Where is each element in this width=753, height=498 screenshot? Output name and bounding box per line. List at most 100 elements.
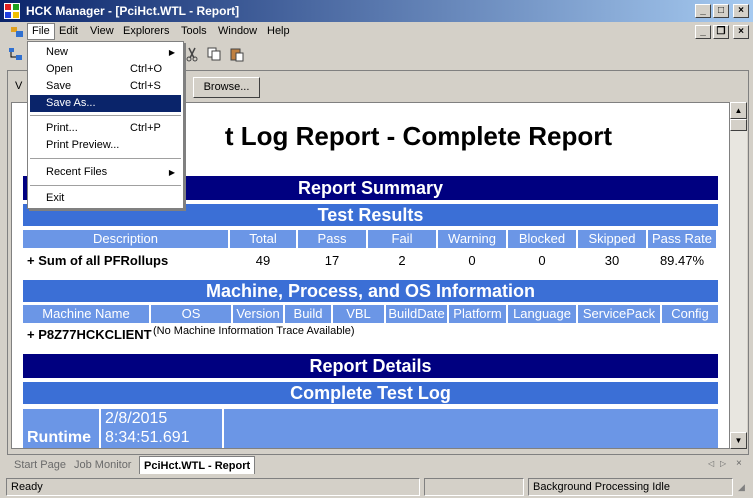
menu-item-label: New <box>46 46 69 58</box>
tab-job-monitor[interactable]: Job Monitor <box>70 456 135 474</box>
runtime-empty-cell <box>224 409 718 448</box>
menu-item-open[interactable]: Open Ctrl+O <box>30 61 181 78</box>
mdi-restore-button[interactable]: ❐ <box>713 25 729 39</box>
col-fail[interactable]: Fail <box>368 230 436 248</box>
menu-item-shortcut: Ctrl+O <box>130 63 163 75</box>
status-bar: Ready Background Processing Idle ◢ <box>0 476 753 498</box>
machine-info-heading: Machine, Process, and OS Information <box>23 280 718 302</box>
col-config[interactable]: Config <box>662 305 718 323</box>
col-machine-name[interactable]: Machine Name <box>23 305 149 323</box>
mdi-doc-icon[interactable] <box>10 25 24 39</box>
tree-icon[interactable] <box>8 46 24 62</box>
menu-item-label: Recent Files <box>46 166 108 178</box>
title-bar: HCK Manager - [PciHct.WTL - Report] _ □ … <box>0 0 753 22</box>
menu-item-label: Exit <box>46 192 65 204</box>
report-details-heading: Report Details <box>23 354 718 378</box>
results-header-row: Description Total Pass Fail Warning Bloc… <box>23 230 718 248</box>
col-skipped[interactable]: Skipped <box>578 230 646 248</box>
copy-icon[interactable] <box>206 46 222 62</box>
browse-button[interactable]: Browse... <box>193 77 260 98</box>
scroll-thumb[interactable] <box>730 119 747 131</box>
tab-scroll-left-icon[interactable]: ◁ <box>708 459 714 468</box>
resize-grip-icon[interactable]: ◢ <box>738 482 745 493</box>
pass-rate-value: 89.47% <box>659 253 705 268</box>
tab-report[interactable]: PciHct.WTL - Report <box>139 456 256 474</box>
complete-test-log-heading: Complete Test Log <box>23 382 718 404</box>
col-os[interactable]: OS <box>151 305 231 323</box>
menu-edit[interactable]: Edit <box>59 25 78 37</box>
tab-scroll-right-icon[interactable]: ▷ <box>720 459 726 468</box>
menu-tools[interactable]: Tools <box>181 25 207 37</box>
menu-item-print-preview[interactable]: Print Preview... <box>30 137 181 154</box>
table-row: + Sum of all PFRollups 49 17 2 0 0 30 89… <box>23 250 718 272</box>
menu-item-label: Print... <box>46 122 78 134</box>
blocked-value: 0 <box>538 253 546 268</box>
menu-item-label: Print Preview... <box>46 139 120 151</box>
scroll-up-button[interactable]: ▲ <box>730 102 747 119</box>
menu-item-save[interactable]: Save Ctrl+S <box>30 78 181 95</box>
runtime-label-cell: Runtime <box>23 409 99 448</box>
tab-start-page[interactable]: Start Page <box>10 456 70 474</box>
col-vbl[interactable]: VBL <box>333 305 384 323</box>
menu-separator <box>30 158 181 159</box>
col-platform[interactable]: Platform <box>449 305 506 323</box>
menu-explorers[interactable]: Explorers <box>123 25 169 37</box>
menu-bar: File Edit View Explorers Tools Window He… <box>0 22 753 42</box>
menu-view[interactable]: View <box>90 25 114 37</box>
fail-value: 2 <box>398 253 406 268</box>
mdi-minimize-button[interactable]: _ <box>695 25 711 39</box>
runtime-time: 8:34:51.691 <box>105 429 190 446</box>
col-total[interactable]: Total <box>230 230 296 248</box>
col-build[interactable]: Build <box>285 305 331 323</box>
status-panel-empty <box>424 478 524 496</box>
menu-item-save-as[interactable]: Save As... <box>30 95 181 112</box>
machine-header-row: Machine Name OS Version Build VBL BuildD… <box>23 305 718 323</box>
runtime-label: Runtime <box>27 429 91 446</box>
background-status: Background Processing Idle <box>528 478 733 496</box>
submenu-arrow-icon: ▶ <box>168 48 175 57</box>
pass-value: 17 <box>324 253 340 268</box>
paste-icon[interactable] <box>229 46 245 62</box>
close-button[interactable]: × <box>733 4 749 18</box>
menu-item-label: Open <box>46 63 73 75</box>
col-blocked[interactable]: Blocked <box>508 230 576 248</box>
menu-item-shortcut: Ctrl+P <box>130 122 161 134</box>
col-version[interactable]: Version <box>233 305 283 323</box>
menu-item-recent-files[interactable]: Recent Files ▶ <box>30 164 181 181</box>
row-expand-link[interactable]: + Sum of all PFRollups <box>23 250 228 272</box>
tab-close-icon[interactable]: × <box>736 458 742 469</box>
menu-item-exit[interactable]: Exit <box>30 190 181 207</box>
file-menu: New ▶ Open Ctrl+O Save Ctrl+S Save As...… <box>27 41 184 209</box>
menu-item-label: Save <box>46 80 72 92</box>
cut-icon[interactable] <box>184 46 200 62</box>
menu-window[interactable]: Window <box>218 25 257 37</box>
document-tabs: Start Page Job Monitor PciHct.WTL - Repo… <box>0 455 753 475</box>
menu-item-shortcut: Ctrl+S <box>130 80 161 92</box>
menu-item-print[interactable]: Print... Ctrl+P <box>30 120 181 137</box>
col-servicepack[interactable]: ServicePack <box>578 305 660 323</box>
machine-name-link[interactable]: + P8Z77HCKCLIENT <box>27 327 152 342</box>
menu-file[interactable]: File <box>27 23 55 40</box>
col-pass[interactable]: Pass <box>298 230 366 248</box>
col-language[interactable]: Language <box>508 305 576 323</box>
runtime-value-cell: 2/8/2015 8:34:51.691 <box>101 409 222 448</box>
machine-note: (No Machine Information Trace Available) <box>153 325 355 337</box>
col-warning[interactable]: Warning <box>438 230 506 248</box>
submenu-arrow-icon: ▶ <box>168 168 175 177</box>
col-pass-rate[interactable]: Pass Rate <box>648 230 716 248</box>
runtime-date: 2/8/2015 <box>105 410 168 427</box>
mdi-close-button[interactable]: × <box>733 25 749 39</box>
vertical-scrollbar[interactable]: ▲ ▼ <box>730 102 747 449</box>
minimize-button[interactable]: _ <box>695 4 711 18</box>
skipped-value: 30 <box>604 253 620 268</box>
menu-help[interactable]: Help <box>267 25 290 37</box>
col-builddate[interactable]: BuildDate <box>386 305 447 323</box>
col-description[interactable]: Description <box>23 230 228 248</box>
app-icon <box>4 3 20 19</box>
status-text: Ready <box>6 478 420 496</box>
warning-value: 0 <box>468 253 476 268</box>
scroll-down-button[interactable]: ▼ <box>730 432 747 449</box>
maximize-button[interactable]: □ <box>713 4 729 18</box>
window-title: HCK Manager - [PciHct.WTL - Report] <box>26 4 240 18</box>
menu-item-new[interactable]: New ▶ <box>30 44 181 61</box>
